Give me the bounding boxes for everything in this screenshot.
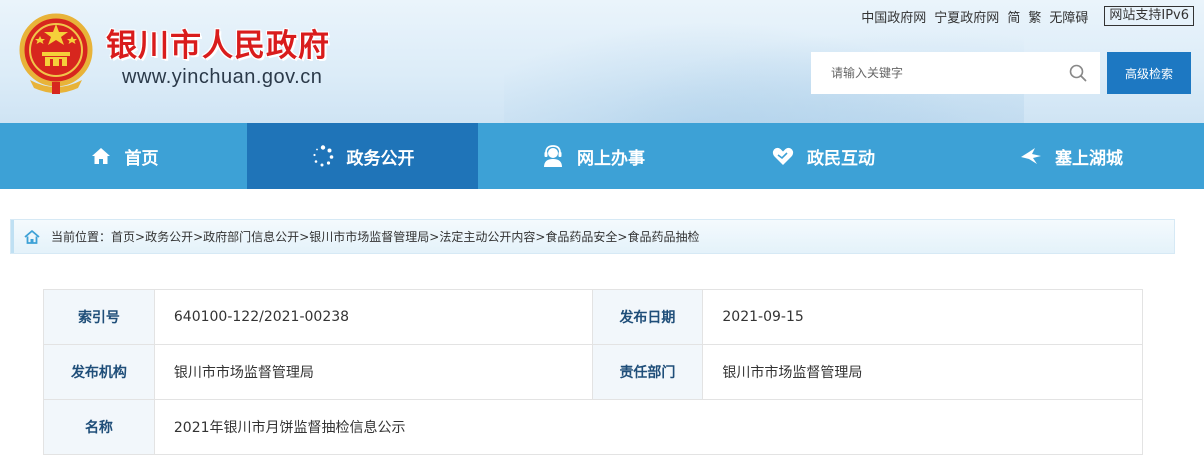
link-china-gov[interactable]: 中国政府网 — [861, 7, 926, 26]
index-value: 640100-122/2021-00238 — [153, 289, 593, 345]
link-traditional[interactable]: 繁 — [1028, 7, 1041, 26]
breadcrumb-item-food-drug-safety[interactable]: 食品药品安全 — [545, 228, 617, 245]
breadcrumb-separator: > — [429, 229, 440, 244]
nav-item-government-affairs[interactable]: 政务公开 — [247, 123, 478, 189]
search-icon[interactable] — [1069, 64, 1087, 82]
search-box — [811, 52, 1100, 94]
dots-circle-icon — [312, 145, 333, 167]
site-header: 银川市人民政府 www.yinchuan.gov.cn 中国政府网 宁夏政府网 … — [0, 0, 1204, 123]
breadcrumb-separator: > — [299, 229, 310, 244]
link-accessibility[interactable]: 无障碍 — [1049, 7, 1088, 26]
date-value: 2021-09-15 — [702, 289, 1143, 345]
breadcrumb-item-statutory-content[interactable]: 法定主动公开内容 — [439, 228, 535, 245]
breadcrumb-item-dept-info[interactable]: 政府部门信息公开 — [203, 228, 299, 245]
date-label: 发布日期 — [591, 289, 704, 345]
nav-label: 网上办事 — [577, 148, 645, 169]
dept-label: 责任部门 — [591, 344, 704, 400]
national-emblem-icon — [19, 13, 93, 94]
ipv6-badge: 网站支持IPv6 — [1104, 6, 1194, 26]
breadcrumb-item-government-affairs[interactable]: 政务公开 — [145, 228, 193, 245]
breadcrumb-separator: > — [617, 229, 628, 244]
heart-hands-icon — [772, 147, 794, 165]
advanced-search-button[interactable]: 高级检索 — [1107, 52, 1191, 94]
breadcrumb-item-food-drug-inspection[interactable]: 食品药品抽检 — [627, 228, 699, 245]
org-value: 银川市市场监督管理局 — [153, 344, 593, 400]
document-info-table: 索引号 640100-122/2021-00238 发布日期 2021-09-1… — [43, 289, 1144, 455]
table-row: 名称 2021年银川市月饼监督抽检信息公示 — [43, 399, 1144, 455]
service-person-icon — [544, 145, 562, 167]
nav-label: 政务公开 — [346, 148, 415, 169]
home-icon — [24, 229, 40, 244]
site-url: www.yinchuan.gov.cn — [122, 66, 323, 88]
nav-item-interaction[interactable]: 政民互动 — [708, 123, 938, 189]
org-label: 发布机构 — [43, 344, 155, 400]
breadcrumb-separator: > — [193, 229, 204, 244]
index-label: 索引号 — [43, 289, 155, 345]
dept-value: 银川市市场监督管理局 — [702, 344, 1143, 400]
table-row: 发布机构 银川市市场监督管理局 责任部门 银川市市场监督管理局 — [43, 344, 1143, 400]
nav-item-lake-city[interactable]: 塞上湖城 — [938, 123, 1204, 189]
breadcrumb-item-market-bureau[interactable]: 银川市市场监督管理局 — [309, 228, 429, 245]
home-icon — [91, 148, 110, 164]
nav-label: 首页 — [124, 148, 159, 169]
nav-item-online-services[interactable]: 网上办事 — [478, 123, 708, 189]
breadcrumb-separator: > — [535, 229, 546, 244]
nav-item-home[interactable]: 首页 — [0, 123, 247, 189]
breadcrumb-item-home[interactable]: 首页 — [111, 228, 135, 245]
site-title: 银川市人民政府 — [106, 28, 330, 64]
nav-label: 塞上湖城 — [1055, 148, 1123, 169]
breadcrumb-accent-bar — [11, 220, 14, 253]
table-row: 索引号 640100-122/2021-00238 发布日期 2021-09-1… — [43, 289, 1143, 345]
link-simplified[interactable]: 简 — [1007, 7, 1020, 26]
main-nav: 首页 政务公开 网上办事 政民互动 塞上湖城 — [0, 123, 1204, 189]
breadcrumb-separator: > — [135, 229, 146, 244]
top-links: 中国政府网 宁夏政府网 简 繁 无障碍 网站支持IPv6 — [861, 6, 1194, 26]
search-input[interactable] — [811, 52, 1061, 94]
nav-label: 政民互动 — [807, 148, 875, 169]
breadcrumb-prefix: 当前位置： — [51, 230, 112, 244]
breadcrumb: 当前位置： 首页 > 政务公开 > 政府部门信息公开 > 银川市市场监督管理局 … — [10, 219, 1175, 254]
name-label: 名称 — [43, 399, 155, 455]
link-ningxia-gov[interactable]: 宁夏政府网 — [934, 7, 999, 26]
name-value: 2021年银川市月饼监督抽检信息公示 — [153, 399, 1144, 455]
bird-icon — [1021, 148, 1041, 164]
